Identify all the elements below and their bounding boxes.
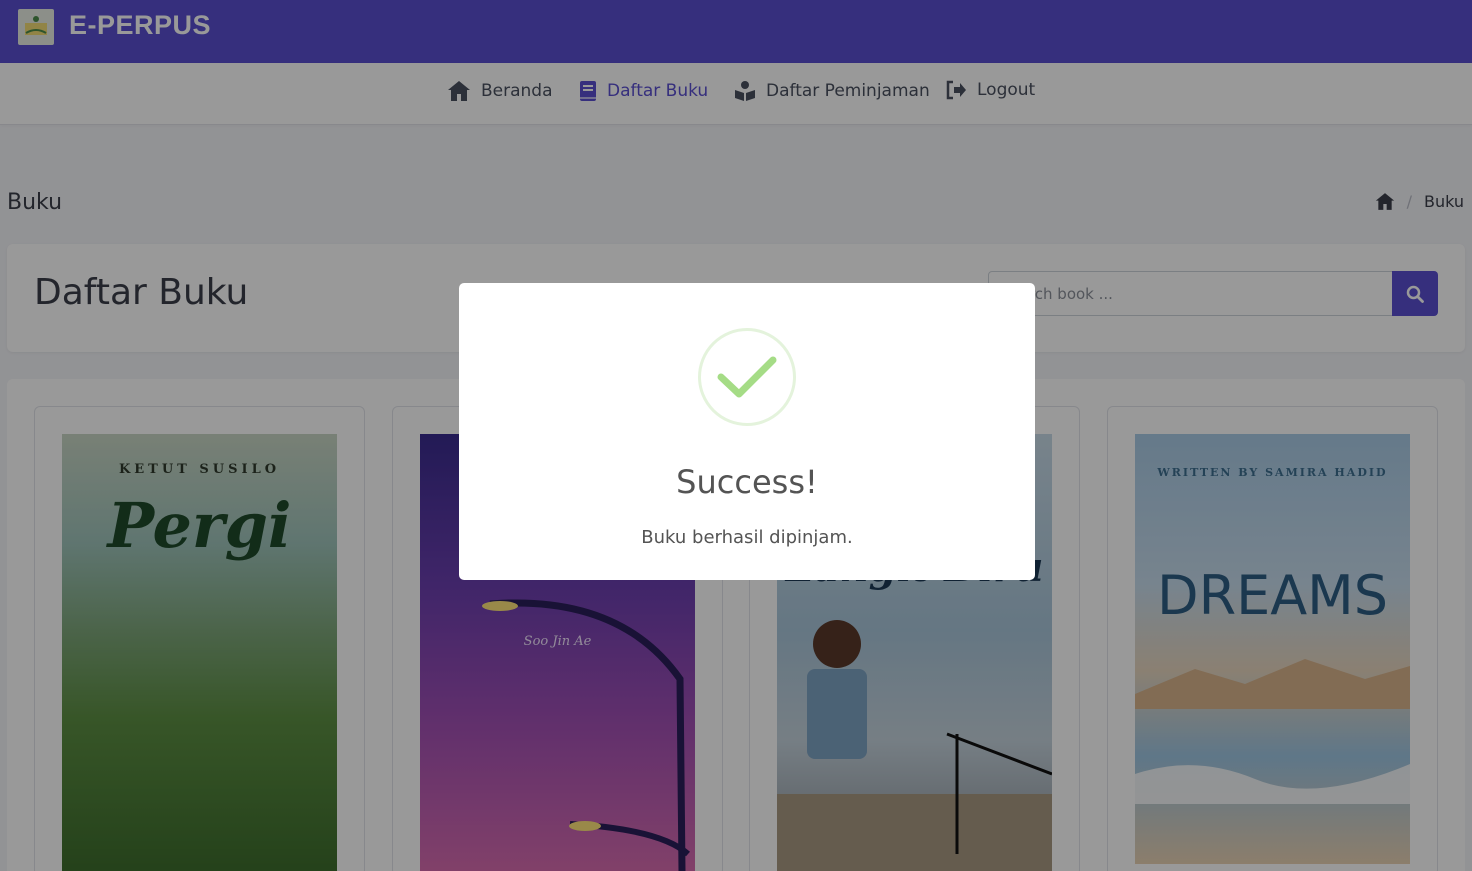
success-check-icon [698, 328, 796, 426]
dialog-message: Buku berhasil dipinjam. [641, 527, 853, 548]
success-dialog: Success! Buku berhasil dipinjam. [459, 283, 1035, 580]
dialog-title: Success! [676, 463, 818, 501]
